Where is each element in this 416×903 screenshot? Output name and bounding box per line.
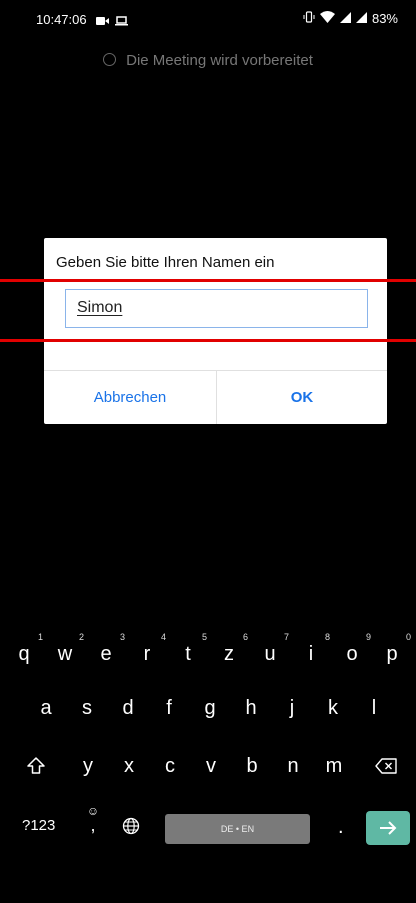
- loading-spinner-icon: [103, 53, 117, 66]
- key-s[interactable]: s: [67, 684, 107, 732]
- globe-icon[interactable]: [122, 817, 140, 840]
- soft-keyboard: q1 w2 e3 r4 t5 z6 u7 i8 o9 p0 a s d f g …: [0, 630, 416, 873]
- key-v[interactable]: v: [191, 742, 231, 790]
- signal-icon: [355, 11, 367, 26]
- key-x[interactable]: x: [109, 742, 149, 790]
- status-bar: 10:47:06 83%: [0, 0, 416, 40]
- key-m[interactable]: m: [314, 742, 354, 790]
- video-camera-icon: [96, 13, 109, 31]
- name-dialog: Geben Sie bitte Ihren Namen ein Simon Ab…: [44, 238, 387, 424]
- key-n[interactable]: n: [273, 742, 313, 790]
- key-l[interactable]: l: [354, 684, 394, 732]
- shift-key-icon[interactable]: [14, 742, 58, 790]
- key-z[interactable]: z6: [209, 630, 249, 678]
- space-key[interactable]: DE • EN: [165, 814, 310, 844]
- keyboard-row-4: ?123 ☺ , DE • EN .: [0, 798, 416, 846]
- period-key[interactable]: .: [338, 816, 344, 839]
- key-o[interactable]: o9: [332, 630, 372, 678]
- dialog-title: Geben Sie bitte Ihren Namen ein: [56, 254, 275, 271]
- key-q[interactable]: q1: [4, 630, 44, 678]
- highlight-line-bottom: [0, 339, 416, 342]
- key-d[interactable]: d: [108, 684, 148, 732]
- status-left-icons: [96, 13, 128, 31]
- laptop-icon: [115, 13, 128, 31]
- key-r[interactable]: r4: [127, 630, 167, 678]
- highlight-line-top: [0, 279, 416, 282]
- key-p[interactable]: p0: [372, 630, 412, 678]
- key-e[interactable]: e3: [86, 630, 126, 678]
- backspace-key-icon[interactable]: [364, 742, 408, 790]
- cancel-button[interactable]: Abbrechen: [44, 371, 216, 424]
- comma-label: ,: [90, 815, 96, 835]
- meeting-status-text: Die Meeting wird vorbereitet: [126, 52, 313, 69]
- numbers-key[interactable]: ?123: [22, 817, 55, 834]
- key-u[interactable]: u7: [250, 630, 290, 678]
- emoji-comma-key[interactable]: ☺ ,: [80, 804, 106, 844]
- key-k[interactable]: k: [313, 684, 353, 732]
- key-c[interactable]: c: [150, 742, 190, 790]
- battery-percent: 83%: [371, 11, 398, 26]
- meeting-preparing-status: Die Meeting wird vorbereitet: [0, 52, 416, 69]
- keyboard-row-1: q1 w2 e3 r4 t5 z6 u7 i8 o9 p0: [0, 630, 416, 678]
- status-right-icons: 83%: [303, 11, 398, 26]
- arrow-right-icon: [380, 821, 397, 835]
- key-w[interactable]: w2: [45, 630, 85, 678]
- screen: 10:47:06 83% Die Meeting wird vorbereite…: [0, 0, 416, 903]
- wifi-icon: [319, 11, 335, 26]
- enter-key[interactable]: [366, 811, 410, 845]
- signal-icon: [339, 11, 351, 26]
- key-j[interactable]: j: [272, 684, 312, 732]
- vibrate-icon: [303, 11, 315, 26]
- name-input[interactable]: [65, 289, 368, 328]
- key-t[interactable]: t5: [168, 630, 208, 678]
- keyboard-row-3: y x c v b n m: [0, 742, 416, 790]
- key-b[interactable]: b: [232, 742, 272, 790]
- key-y[interactable]: y: [68, 742, 108, 790]
- key-g[interactable]: g: [190, 684, 230, 732]
- key-i[interactable]: i8: [291, 630, 331, 678]
- keyboard-row-2: a s d f g h j k l: [0, 684, 416, 732]
- ok-button[interactable]: OK: [217, 371, 387, 424]
- key-f[interactable]: f: [149, 684, 189, 732]
- key-h[interactable]: h: [231, 684, 271, 732]
- status-time: 10:47:06: [36, 12, 87, 27]
- key-a[interactable]: a: [26, 684, 66, 732]
